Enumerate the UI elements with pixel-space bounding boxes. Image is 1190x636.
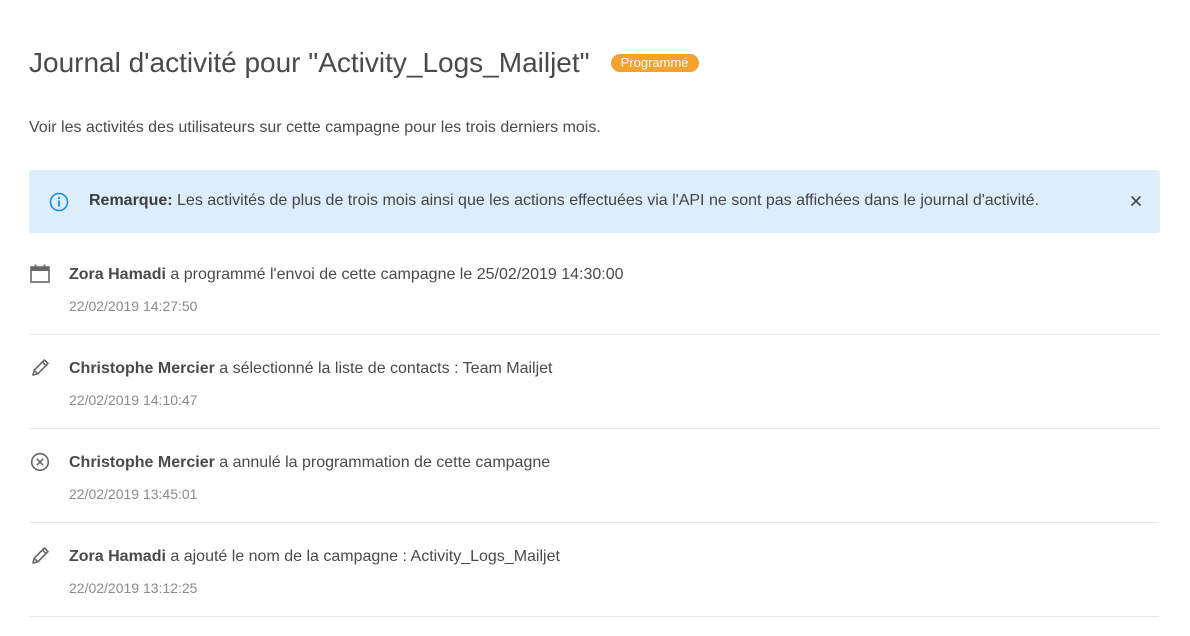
- activity-item: Zora Hamadi a ajouté le nom de la campag…: [29, 523, 1159, 617]
- activity-timestamp: 22/02/2019 14:27:50: [69, 298, 198, 314]
- activity-log-page: Journal d'activité pour "Activity_Logs_M…: [0, 0, 1190, 636]
- activity-timestamp: 22/02/2019 13:45:01: [69, 486, 198, 502]
- page-subtitle: Voir les activités des utilisateurs sur …: [29, 119, 601, 136]
- notice-banner: Remarque: Les activités de plus de trois…: [29, 170, 1160, 233]
- page-title: Journal d'activité pour "Activity_Logs_M…: [29, 47, 590, 78]
- pencil-icon: [32, 359, 49, 376]
- activity-list: Zora Hamadi a programmé l'envoi de cette…: [29, 241, 1159, 617]
- activity-item: Christophe Mercier a sélectionné la list…: [29, 335, 1159, 429]
- activity-item: Christophe Mercier a annulé la programma…: [29, 429, 1159, 523]
- activity-action: a annulé la programmation de cette campa…: [214, 454, 551, 471]
- activity-user: Zora Hamadi: [69, 266, 166, 283]
- close-icon[interactable]: [1129, 194, 1143, 208]
- activity-timestamp: 22/02/2019 14:10:47: [69, 392, 198, 408]
- activity-user: Zora Hamadi: [69, 548, 166, 565]
- activity-user: Christophe Mercier: [69, 454, 215, 471]
- activity-description: Christophe Mercier a sélectionné la list…: [69, 360, 552, 378]
- activity-user: Christophe Mercier: [69, 360, 215, 377]
- activity-description: Christophe Mercier a annulé la programma…: [69, 454, 550, 472]
- notice-label: Remarque:: [89, 192, 173, 209]
- activity-action: a ajouté le nom de la campagne : Activit…: [165, 548, 560, 565]
- activity-action: a sélectionné la liste de contacts : Tea…: [214, 360, 553, 377]
- calendar-icon: [30, 264, 50, 283]
- activity-description: Zora Hamadi a ajouté le nom de la campag…: [69, 548, 560, 566]
- notice-text: Remarque: Les activités de plus de trois…: [89, 192, 1039, 210]
- title-row: Journal d'activité pour "Activity_Logs_M…: [29, 44, 699, 82]
- activity-timestamp: 22/02/2019 13:12:25: [69, 580, 198, 596]
- notice-message: Les activités de plus de trois mois ains…: [172, 192, 1040, 209]
- status-badge: Programmé: [610, 54, 699, 72]
- pencil-icon: [32, 547, 49, 564]
- info-icon: [49, 192, 69, 212]
- activity-description: Zora Hamadi a programmé l'envoi de cette…: [69, 266, 624, 284]
- activity-action: a programmé l'envoi de cette campagne le…: [165, 266, 624, 283]
- cancel-circle-icon: [30, 452, 50, 472]
- activity-item: Zora Hamadi a programmé l'envoi de cette…: [29, 241, 1159, 335]
